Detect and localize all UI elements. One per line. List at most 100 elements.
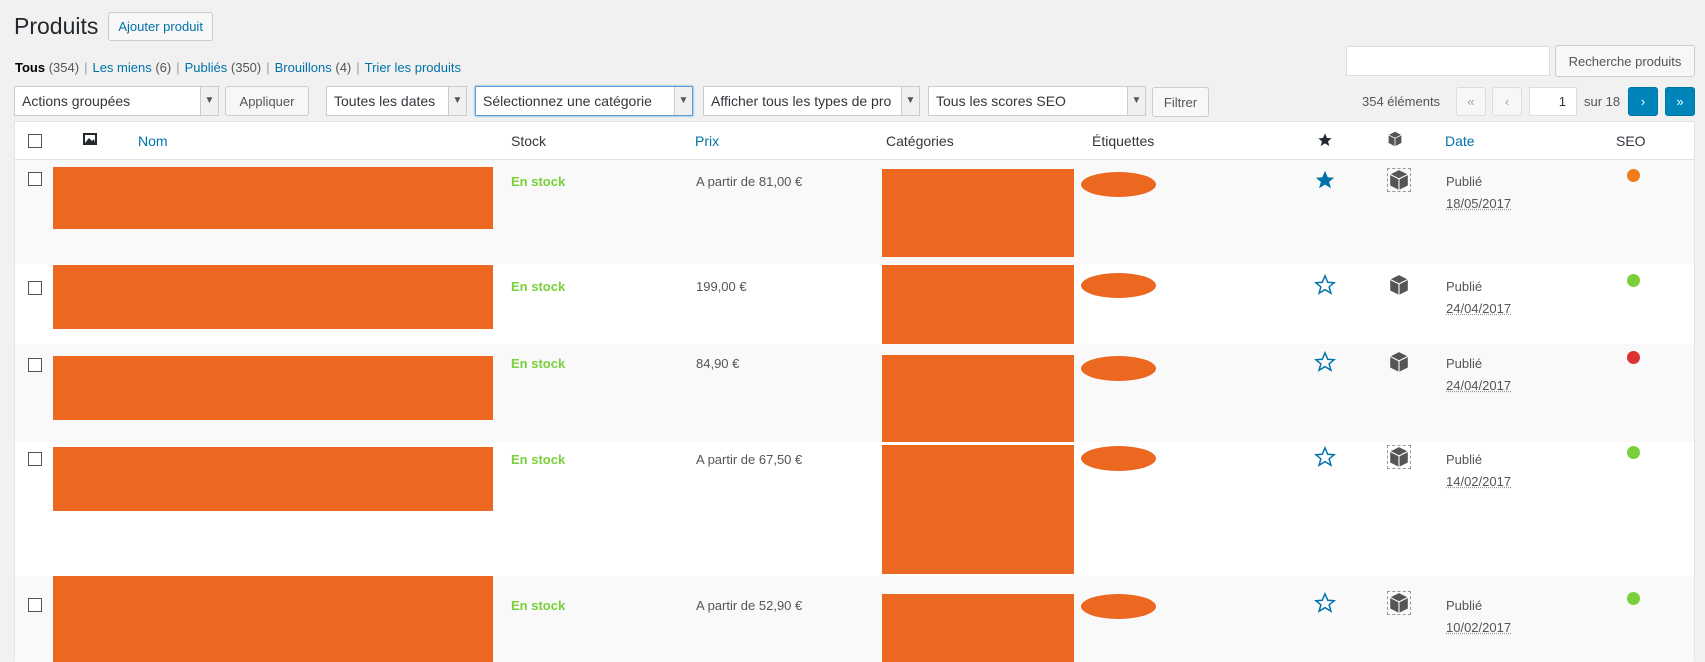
search-products-button[interactable]: Recherche produits [1555, 45, 1695, 77]
row-checkbox[interactable] [28, 172, 42, 186]
table-row: En stock A partir de 81,00 € Publié 18/0… [15, 160, 1694, 264]
publish-date: 18/05/2017 [1446, 196, 1511, 211]
variable-product-icon [1388, 446, 1410, 468]
products-table: Nom Stock Prix Catégories Étiquettes Dat… [14, 121, 1695, 661]
current-page-input[interactable]: 1 [1529, 87, 1577, 116]
redacted-tags [1081, 594, 1156, 619]
seo-score-dot [1627, 592, 1640, 605]
product-type-icon [1387, 131, 1409, 153]
publish-date: 10/02/2017 [1446, 620, 1511, 635]
filter-published[interactable]: Publiés [185, 60, 228, 75]
column-price[interactable]: Prix [695, 133, 719, 149]
table-header: Nom Stock Prix Catégories Étiquettes Dat… [15, 122, 1694, 160]
column-stock: Stock [511, 133, 546, 149]
redacted-tags [1081, 356, 1156, 381]
simple-product-icon [1388, 274, 1410, 296]
publish-status: Publié [1446, 279, 1482, 294]
row-checkbox[interactable] [28, 281, 42, 295]
price: A partir de 81,00 € [696, 174, 802, 189]
first-page-button[interactable]: « [1456, 87, 1486, 116]
star-outline-icon[interactable] [1314, 351, 1336, 373]
table-row: En stock 199,00 € Publié 24/04/2017 [15, 264, 1694, 344]
filter-drafts[interactable]: Brouillons [275, 60, 332, 75]
column-tags: Étiquettes [1092, 133, 1154, 149]
column-name[interactable]: Nom [138, 133, 168, 149]
publish-status: Publié [1446, 356, 1482, 371]
redacted-categories [882, 355, 1074, 442]
chevron-down-icon: ▼ [1127, 87, 1145, 115]
sort-products-link[interactable]: Trier les produits [365, 60, 461, 75]
filter-button[interactable]: Filtrer [1152, 87, 1209, 117]
page-title: Produits [14, 10, 98, 42]
simple-product-icon [1388, 351, 1410, 373]
items-count: 354 éléments [1362, 94, 1440, 109]
publish-status: Publié [1446, 174, 1482, 189]
page-header: Produits Ajouter produit [14, 10, 213, 42]
table-row: En stock A partir de 52,90 € Publié 10/0… [15, 576, 1694, 662]
featured-star-icon[interactable] [1314, 169, 1336, 191]
stock-status: En stock [511, 174, 565, 189]
chevron-down-icon: ▼ [901, 87, 919, 115]
date-filter-select[interactable]: Toutes les dates ▼ [326, 86, 467, 116]
seo-score-dot [1627, 351, 1640, 364]
column-seo: SEO [1616, 133, 1646, 149]
star-icon [1317, 132, 1339, 154]
seo-score-dot [1627, 169, 1640, 182]
select-all-checkbox[interactable] [28, 134, 42, 148]
redacted-product-name [53, 576, 493, 662]
filter-mine[interactable]: Les miens [92, 60, 151, 75]
add-product-button[interactable]: Ajouter produit [108, 12, 213, 41]
redacted-product-name [53, 447, 493, 511]
price: 84,90 € [696, 356, 739, 371]
category-filter-select[interactable]: Sélectionnez une catégorie ▼ [475, 86, 693, 116]
column-categories: Catégories [886, 133, 954, 149]
star-outline-icon[interactable] [1314, 592, 1336, 614]
star-outline-icon[interactable] [1314, 274, 1336, 296]
chevron-down-icon: ▼ [200, 87, 218, 115]
row-checkbox[interactable] [28, 452, 42, 466]
redacted-product-name [53, 265, 493, 329]
row-checkbox[interactable] [28, 598, 42, 612]
prev-page-button[interactable]: ‹ [1492, 87, 1522, 116]
redacted-categories [882, 169, 1074, 257]
status-filter-links: Tous (354) | Les miens (6) | Publiés (350) | B… [15, 60, 461, 75]
product-type-select[interactable]: Afficher tous les types de pro ▼ [703, 86, 920, 116]
seo-score-dot [1627, 446, 1640, 459]
publish-status: Publié [1446, 452, 1482, 467]
redacted-product-name [53, 167, 493, 229]
last-page-button[interactable]: » [1665, 87, 1695, 116]
seo-score-dot [1627, 274, 1640, 287]
table-row: En stock A partir de 67,50 € Publié 14/0… [15, 442, 1694, 576]
chevron-down-icon: ▼ [448, 87, 466, 115]
column-date[interactable]: Date [1445, 133, 1475, 149]
redacted-tags [1081, 446, 1156, 471]
redacted-tags [1081, 172, 1156, 197]
table-row: En stock 84,90 € Publié 24/04/2017 [15, 344, 1694, 442]
chevron-down-icon: ▼ [674, 87, 692, 115]
redacted-categories [882, 594, 1074, 662]
variable-product-icon [1388, 592, 1410, 614]
variable-product-icon [1388, 169, 1410, 191]
row-checkbox[interactable] [28, 358, 42, 372]
apply-button[interactable]: Appliquer [225, 86, 309, 116]
filter-all[interactable]: Tous (354) [15, 60, 79, 75]
redacted-product-name [53, 356, 493, 420]
stock-status: En stock [511, 452, 565, 467]
redacted-categories [882, 445, 1074, 574]
redacted-tags [1081, 273, 1156, 298]
search-input[interactable] [1346, 46, 1550, 76]
total-pages: sur 18 [1584, 94, 1620, 109]
bulk-actions-select[interactable]: Actions groupées ▼ [14, 86, 219, 116]
star-outline-icon[interactable] [1314, 446, 1336, 468]
publish-date: 14/02/2017 [1446, 474, 1511, 489]
price: 199,00 € [696, 279, 747, 294]
next-page-button[interactable]: › [1628, 87, 1658, 116]
price: A partir de 52,90 € [696, 598, 802, 613]
stock-status: En stock [511, 356, 565, 371]
publish-date: 24/04/2017 [1446, 378, 1511, 393]
stock-status: En stock [511, 598, 565, 613]
image-icon [82, 131, 104, 153]
stock-status: En stock [511, 279, 565, 294]
redacted-categories [882, 265, 1074, 353]
seo-score-select[interactable]: Tous les scores SEO ▼ [928, 86, 1146, 116]
